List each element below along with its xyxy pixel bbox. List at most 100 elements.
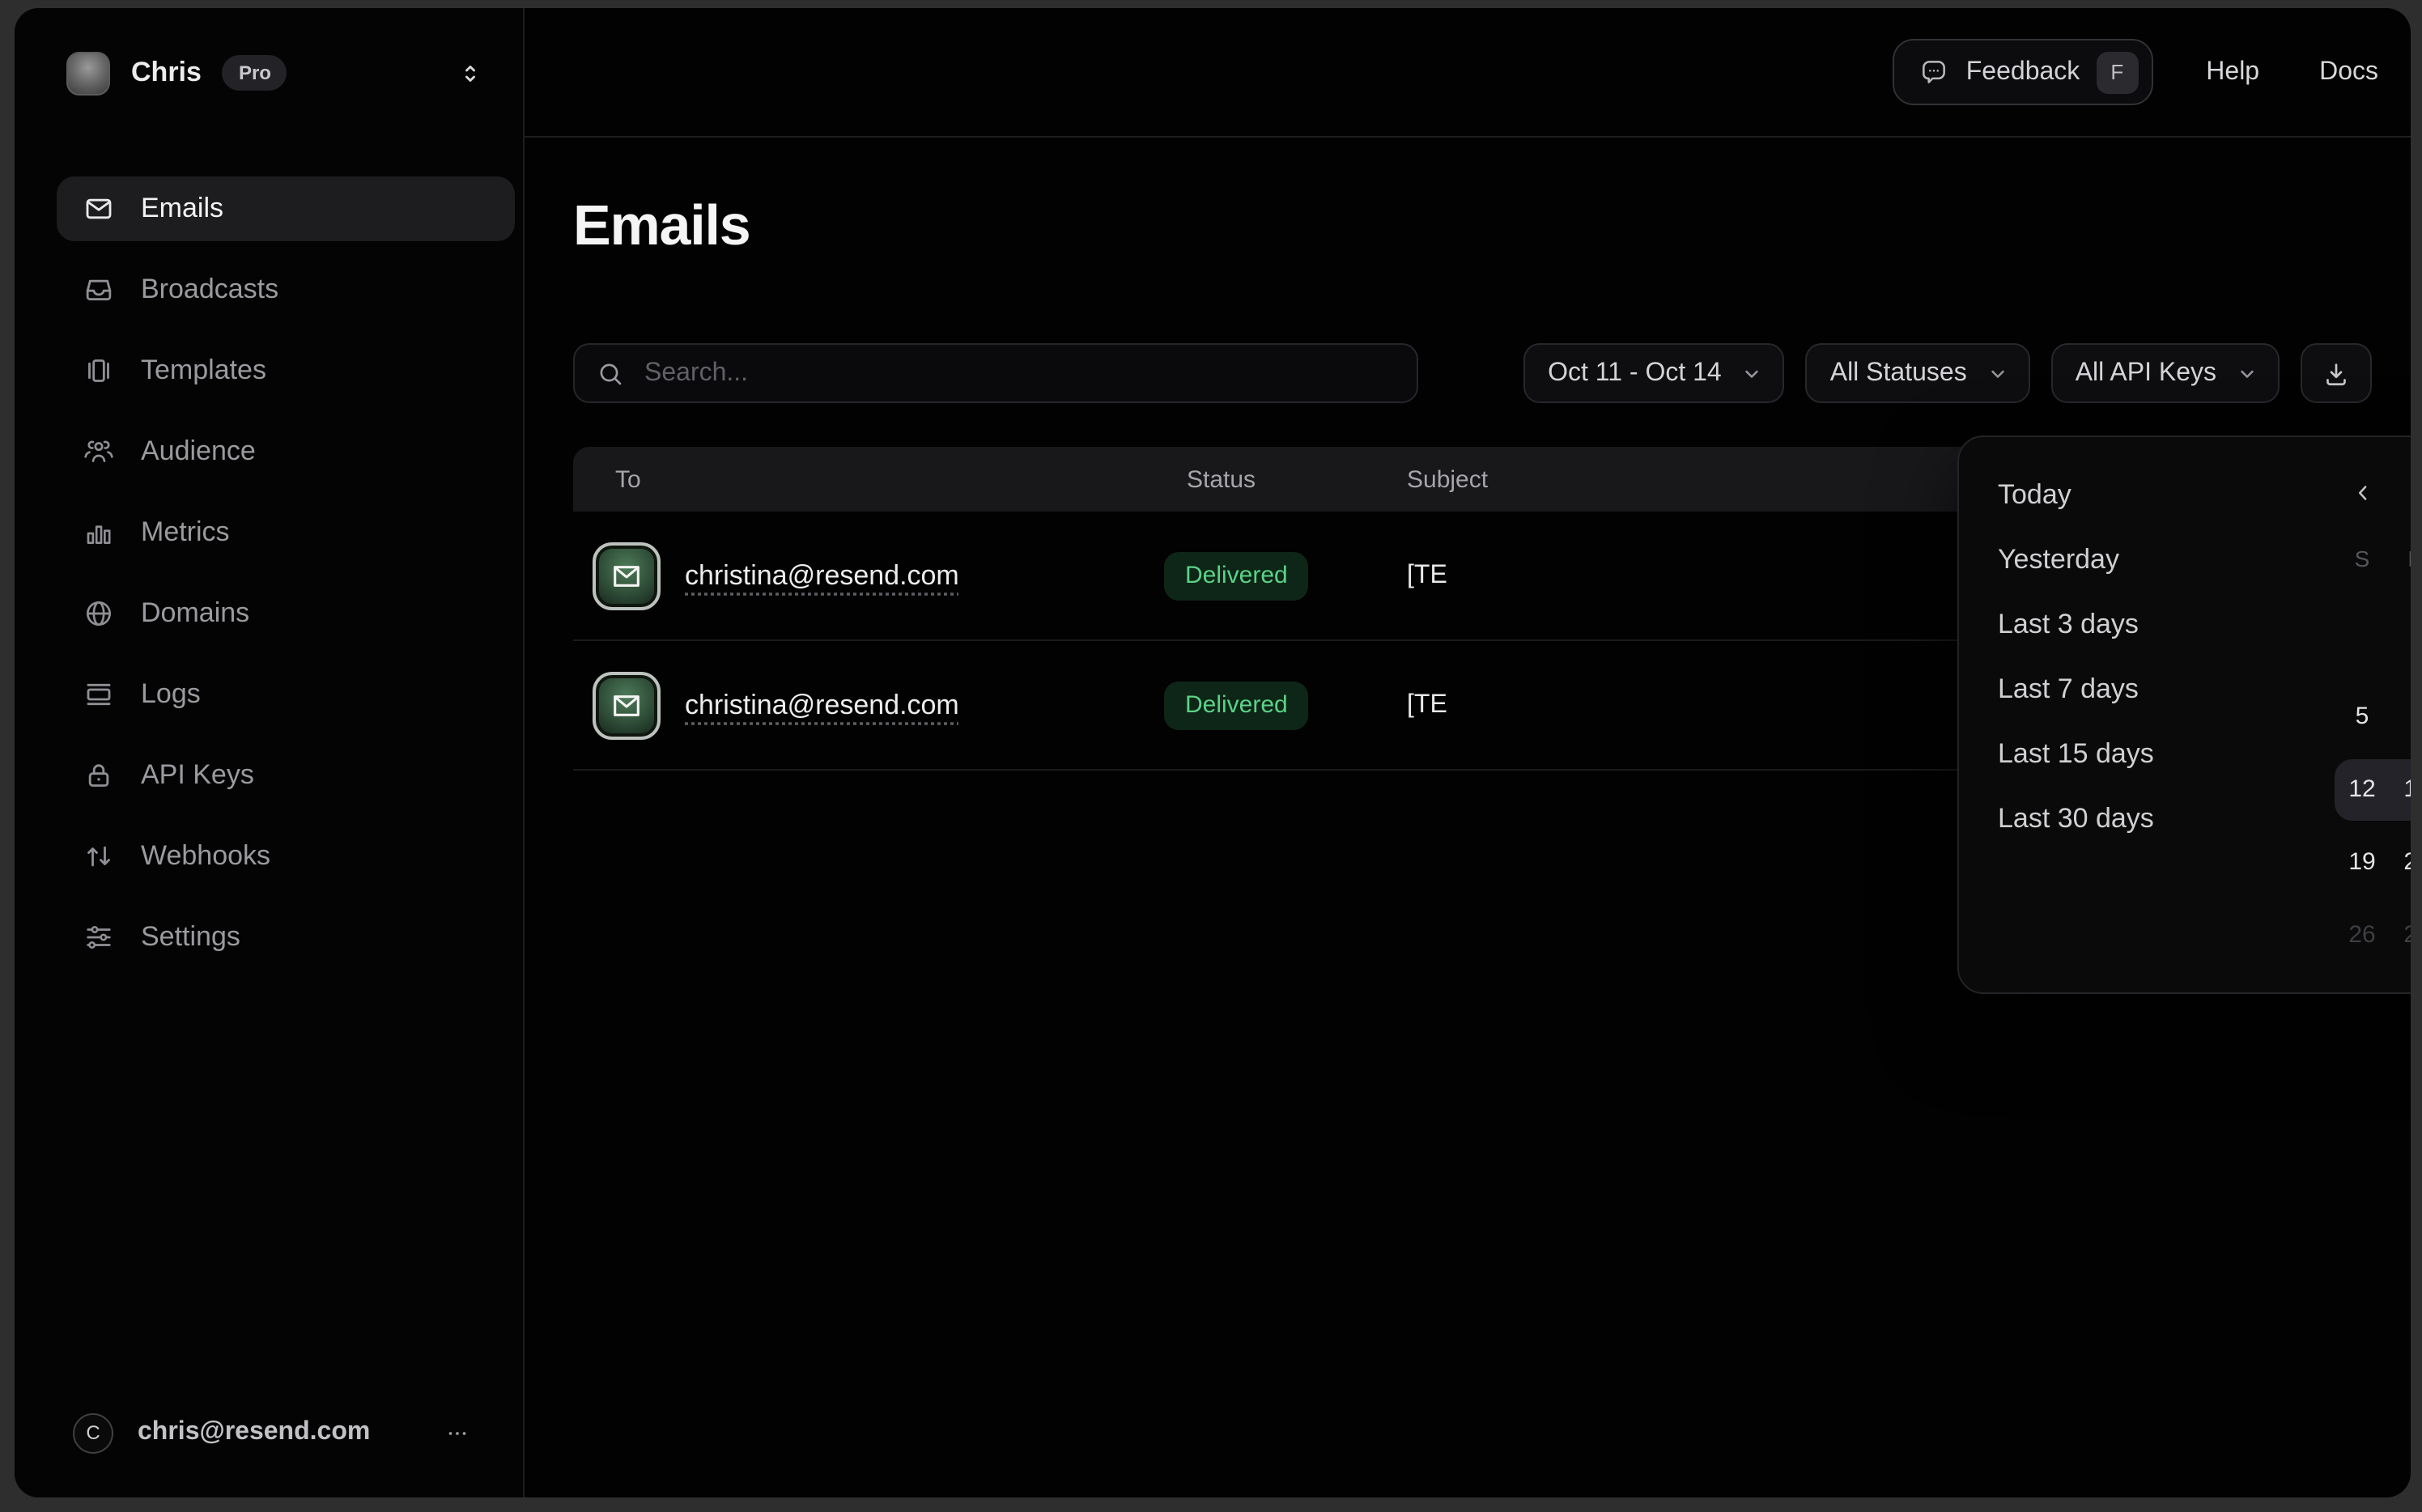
- to-cell: christina@resend.com: [573, 542, 1164, 609]
- sidebar-item-label: Domains: [141, 597, 249, 630]
- sidebar-item-broadcasts[interactable]: Broadcasts: [57, 257, 515, 322]
- main-area: Feedback F Help Docs Emails Oct: [525, 8, 2411, 1497]
- sidebar-item-domains[interactable]: Domains: [57, 581, 515, 646]
- column-status: Status: [1164, 465, 1391, 493]
- globe-icon: [83, 597, 115, 630]
- date-range-dropdown[interactable]: Oct 11 - Oct 14: [1523, 343, 1785, 403]
- ellipsis-icon[interactable]: [444, 1419, 471, 1446]
- sidebar-item-emails[interactable]: Emails: [57, 176, 515, 241]
- topbar: Feedback F Help Docs: [525, 8, 2411, 138]
- rows-icon: [83, 678, 115, 711]
- recipient-email[interactable]: christina@resend.com: [685, 559, 959, 592]
- calendar-day: 27: [2390, 904, 2411, 966]
- sidebar-item-label: Webhooks: [141, 840, 270, 873]
- sidebar-item-label: Broadcasts: [141, 274, 278, 306]
- calendar-empty-cell: [2390, 613, 2411, 674]
- calendar-empty-cell: [2335, 613, 2390, 674]
- date-range-value: Oct 11 - Oct 14: [1548, 359, 1722, 388]
- sidebar-item-api-keys[interactable]: API Keys: [57, 743, 515, 808]
- preset-last-15-days[interactable]: Last 15 days: [1998, 722, 2154, 787]
- calendar-header: October 2025: [2335, 460, 2411, 525]
- plan-badge: Pro: [223, 55, 287, 91]
- sidebar-item-metrics[interactable]: Metrics: [57, 500, 515, 565]
- column-to: To: [573, 465, 1164, 493]
- api-keys-value: All API Keys: [2076, 359, 2216, 388]
- month-label: October 2025: [2390, 478, 2411, 507]
- calendar-weekday: S: [2335, 534, 2390, 583]
- sidebar-item-label: Metrics: [141, 516, 230, 549]
- sidebar-item-settings[interactable]: Settings: [57, 905, 515, 970]
- account-row[interactable]: C chris@resend.com: [15, 1378, 523, 1497]
- sidebar-item-templates[interactable]: Templates: [57, 338, 515, 403]
- docs-link[interactable]: Docs: [2319, 57, 2378, 87]
- calendar-day[interactable]: 12: [2335, 758, 2390, 820]
- lock-icon: [83, 759, 115, 792]
- status-value: All Statuses: [1830, 359, 1967, 388]
- api-keys-dropdown[interactable]: All API Keys: [2051, 343, 2280, 403]
- chevron-down-icon: [1986, 362, 2009, 384]
- preset-last-7-days[interactable]: Last 7 days: [1998, 657, 2154, 722]
- people-icon: [83, 435, 115, 468]
- sidebar-item-label: Audience: [141, 435, 256, 468]
- recipient-email[interactable]: christina@resend.com: [685, 689, 959, 721]
- preset-last-3-days[interactable]: Last 3 days: [1998, 592, 2154, 657]
- calendar-day[interactable]: 19: [2335, 831, 2390, 893]
- user-avatar: [66, 51, 110, 95]
- status-badge: Delivered: [1164, 681, 1309, 729]
- status-dropdown[interactable]: All Statuses: [1806, 343, 2030, 403]
- sidebar-nav: Emails Broadcasts Templates Audience Met…: [15, 138, 523, 970]
- sidebar-item-label: Templates: [141, 355, 266, 387]
- sidebar-item-label: Logs: [141, 678, 201, 711]
- account-email: chris@resend.com: [138, 1418, 370, 1447]
- download-icon: [2322, 359, 2351, 388]
- calendar-day: 26: [2335, 904, 2390, 966]
- bar-chart-icon: [83, 516, 115, 549]
- calendar-day[interactable]: 13: [2390, 758, 2411, 820]
- sidebar-item-label: API Keys: [141, 759, 254, 792]
- calendar-day[interactable]: 6: [2390, 686, 2411, 747]
- speech-bubble-icon: [1919, 57, 1950, 87]
- sidebar-item-label: Emails: [141, 193, 223, 225]
- calendar: October 2025 SMTWTFS12345678910111213141…: [2335, 460, 2411, 971]
- help-link[interactable]: Help: [2206, 57, 2259, 87]
- to-cell: christina@resend.com: [573, 671, 1164, 739]
- sidebar-item-label: Settings: [141, 921, 240, 953]
- sliders-icon: [83, 921, 115, 953]
- search-input[interactable]: [641, 357, 1396, 389]
- inbox-icon: [83, 274, 115, 306]
- sidebar-item-webhooks[interactable]: Webhooks: [57, 824, 515, 889]
- calendar-day[interactable]: 5: [2335, 686, 2390, 747]
- workspace-switcher[interactable]: Chris Pro: [15, 8, 523, 138]
- envelope-icon: [83, 193, 115, 225]
- previous-month-button[interactable]: [2335, 480, 2390, 504]
- workspace-name: Chris: [131, 57, 202, 89]
- email-status-icon: [593, 671, 661, 739]
- search-icon: [596, 359, 625, 388]
- preset-today[interactable]: Today: [1998, 463, 2154, 528]
- status-cell: Delivered: [1164, 551, 1391, 600]
- page-title: Emails: [573, 194, 2372, 259]
- email-status-icon: [593, 542, 661, 609]
- chevron-down-icon: [1741, 362, 1764, 384]
- sidebar-item-audience[interactable]: Audience: [57, 419, 515, 484]
- arrows-up-down-icon: [83, 840, 115, 873]
- preset-last-30-days[interactable]: Last 30 days: [1998, 787, 2154, 852]
- sidebar-item-logs[interactable]: Logs: [57, 662, 515, 727]
- calendar-weekday: M: [2390, 534, 2411, 583]
- feedback-button[interactable]: Feedback F: [1893, 39, 2153, 105]
- calendar-grid: SMTWTFS123456789101112131415161718192021…: [2335, 534, 2411, 971]
- account-avatar: C: [73, 1412, 113, 1453]
- feedback-label: Feedback: [1966, 57, 2080, 87]
- date-presets: Today Yesterday Last 3 days Last 7 days …: [1998, 463, 2154, 852]
- status-badge: Delivered: [1164, 551, 1309, 600]
- filter-bar: Oct 11 - Oct 14 All Statuses All API Key…: [573, 343, 2372, 403]
- app-window: Chris Pro Emails Broadcasts Templates: [15, 8, 2411, 1497]
- status-cell: Delivered: [1164, 681, 1391, 729]
- export-button[interactable]: [2301, 343, 2372, 403]
- chevron-up-down-icon[interactable]: [457, 59, 484, 87]
- reader-icon: [83, 355, 115, 387]
- calendar-day[interactable]: 20: [2390, 831, 2411, 893]
- search-box[interactable]: [573, 343, 1418, 403]
- feedback-shortcut-key: F: [2096, 51, 2138, 93]
- preset-yesterday[interactable]: Yesterday: [1998, 528, 2154, 592]
